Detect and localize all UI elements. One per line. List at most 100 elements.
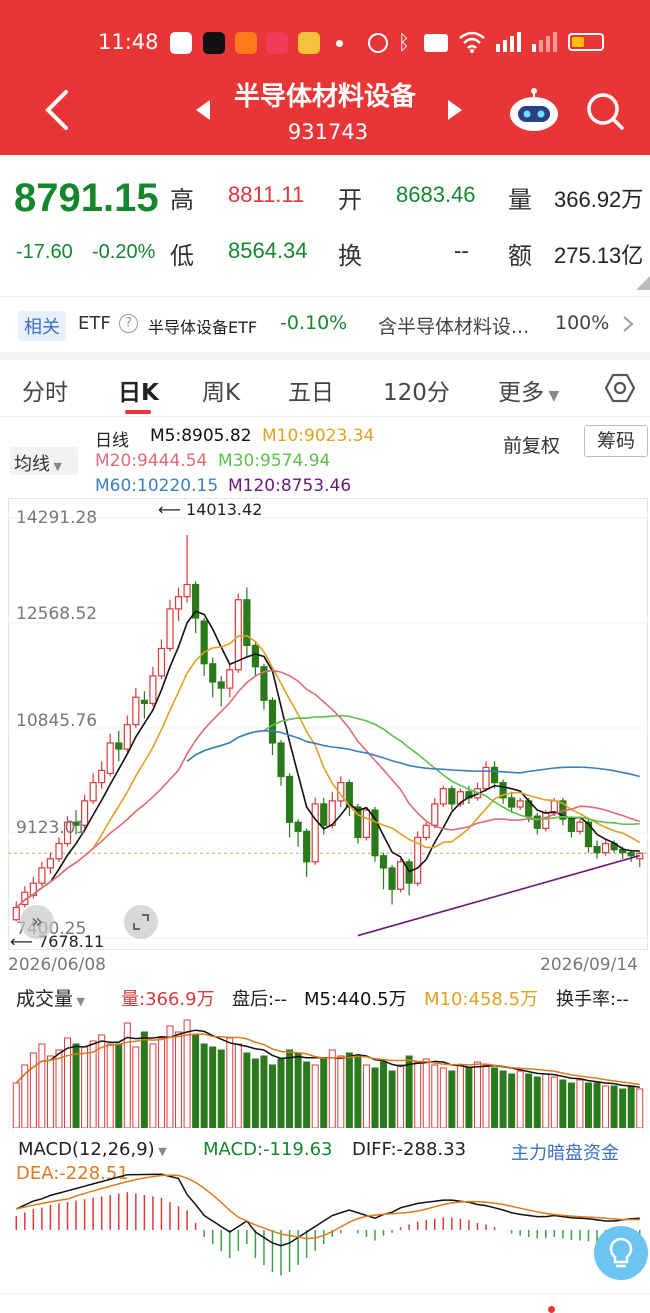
axis-label-mid1: 12568.52 bbox=[16, 604, 98, 624]
volume-bar-down bbox=[525, 1073, 533, 1128]
volume-bar-down bbox=[303, 1061, 311, 1128]
volume-bar-up bbox=[149, 1043, 157, 1128]
hint-button[interactable] bbox=[594, 1226, 648, 1280]
candle-down bbox=[217, 681, 225, 689]
tab-five-day[interactable]: 五日 bbox=[288, 373, 334, 407]
tiktok-app-icon bbox=[203, 32, 225, 54]
candle-up bbox=[106, 742, 114, 775]
ma20-value: M20:9444.54 bbox=[95, 451, 208, 471]
collapse-button[interactable]: » bbox=[20, 905, 54, 939]
robot-assistant-icon[interactable] bbox=[506, 88, 562, 134]
low-value: 8564.34 bbox=[228, 238, 308, 263]
volume-bar-up bbox=[234, 1043, 242, 1128]
related-index[interactable]: 含半导体材料设... bbox=[378, 312, 529, 339]
candle-down bbox=[593, 845, 601, 854]
alarm-icon bbox=[368, 33, 388, 53]
next-stock-icon[interactable] bbox=[446, 98, 464, 122]
volume-mode-dropdown[interactable]: 成交量 ▼ bbox=[16, 984, 85, 1011]
candle-up bbox=[542, 812, 550, 829]
etf-name[interactable]: 半导体设备ETF bbox=[148, 314, 257, 338]
tab-more[interactable]: 更多 ▼ bbox=[498, 373, 559, 407]
ma30-value: M30:9574.94 bbox=[218, 451, 331, 471]
ma10-value: M10:9023.34 bbox=[262, 426, 375, 446]
volume-bar-up bbox=[29, 1052, 37, 1128]
candle-up bbox=[123, 724, 131, 750]
expand-corner-icon[interactable] bbox=[636, 276, 650, 290]
tab-weekly-k[interactable]: 周K bbox=[202, 373, 240, 407]
candle-up bbox=[46, 858, 55, 869]
volume-bar-down bbox=[567, 1082, 575, 1128]
volume-bar-down bbox=[508, 1073, 516, 1128]
volume-bar-up bbox=[106, 1043, 114, 1128]
candle-down bbox=[115, 742, 123, 750]
volume-bar-up bbox=[397, 1064, 405, 1128]
macd-chart[interactable] bbox=[8, 1140, 648, 1285]
volume-bar-up bbox=[550, 1076, 558, 1128]
volume-bar-down bbox=[380, 1061, 388, 1128]
candle-down bbox=[490, 766, 499, 784]
ma60-line bbox=[186, 729, 640, 778]
etf-label: ETF bbox=[78, 313, 111, 334]
ma60-value: M60:10220.15 bbox=[95, 476, 219, 496]
chip-button[interactable]: 筹码 bbox=[584, 425, 648, 457]
bottom-dot bbox=[548, 1306, 555, 1313]
volume-bar-down bbox=[559, 1079, 567, 1128]
ma120-value: M120:8753.46 bbox=[228, 476, 352, 496]
volume-value-label: 量:366.9万 bbox=[121, 989, 215, 1010]
volume-m5: M5:440.5万 bbox=[304, 989, 407, 1010]
candle-up bbox=[439, 788, 447, 805]
dropdown-caret-icon: ▼ bbox=[73, 995, 85, 1008]
caret-down-icon: ▼ bbox=[544, 388, 560, 404]
tab-daily-k[interactable]: 日K bbox=[118, 373, 159, 407]
signal2-icon bbox=[532, 32, 557, 52]
ma-mode-dropdown[interactable]: 均线 ▼ bbox=[10, 447, 78, 475]
volume-bar-up bbox=[64, 1037, 72, 1128]
volume-bar-down bbox=[217, 1049, 225, 1128]
candle-down bbox=[448, 788, 456, 805]
turnover-rate: 换手率:-- bbox=[556, 989, 630, 1010]
status-bar: 11:48 ᛒ bbox=[0, 22, 650, 62]
volume-bar-up bbox=[414, 1061, 422, 1128]
turnover-label: 换 bbox=[338, 242, 362, 270]
volume-bar-up bbox=[516, 1070, 524, 1128]
volume-bar-down bbox=[268, 1064, 276, 1128]
related-tag: 相关 bbox=[18, 311, 66, 341]
fullscreen-button[interactable] bbox=[124, 905, 158, 939]
after-hours-label: 盘后:-- bbox=[232, 989, 288, 1010]
candle-up bbox=[98, 769, 106, 784]
ma-mode-label: 均线 bbox=[14, 454, 50, 475]
tab-120min[interactable]: 120分 bbox=[383, 373, 450, 407]
help-icon[interactable]: ? bbox=[119, 314, 138, 333]
chevron-right-icon[interactable] bbox=[622, 315, 634, 333]
kline-chart[interactable] bbox=[8, 498, 648, 950]
dropdown-caret-icon: ▼ bbox=[50, 460, 62, 473]
tab-divider bbox=[0, 416, 650, 417]
related-etf-row[interactable]: 相关 ETF ? 半导体设备ETF -0.10% 含半导体材料设... 100% bbox=[0, 296, 650, 352]
tab-timeshare[interactable]: 分时 bbox=[22, 373, 68, 407]
volume-bar-up bbox=[166, 1025, 174, 1128]
candle-down bbox=[405, 861, 413, 884]
candle-down bbox=[268, 699, 277, 744]
dot-icon bbox=[336, 40, 343, 47]
volume-bar-up bbox=[12, 1082, 20, 1128]
settings-hex-icon[interactable] bbox=[604, 372, 636, 404]
volume-bar-up bbox=[576, 1079, 584, 1128]
candle-up bbox=[311, 803, 319, 863]
lightbulb-icon bbox=[609, 1237, 633, 1268]
volume-bar-down bbox=[72, 1043, 80, 1128]
volume-bar-down bbox=[345, 1052, 353, 1128]
volume-bar-down bbox=[371, 1067, 379, 1128]
hd-icon bbox=[424, 34, 448, 52]
volume-chart[interactable] bbox=[8, 1010, 648, 1128]
candle-up bbox=[174, 596, 183, 610]
candle-down bbox=[533, 815, 541, 829]
volume-bar-down bbox=[593, 1082, 601, 1128]
ma5-value: M5:8905.82 bbox=[150, 426, 252, 446]
candle-down bbox=[285, 775, 294, 823]
adjust-label[interactable]: 前复权 bbox=[503, 431, 560, 458]
candle-down bbox=[303, 830, 311, 863]
low-label: 低 bbox=[170, 242, 194, 270]
volume-bar-up bbox=[456, 1064, 464, 1128]
volume-bar-down bbox=[192, 1034, 200, 1128]
search-icon[interactable] bbox=[585, 91, 625, 131]
